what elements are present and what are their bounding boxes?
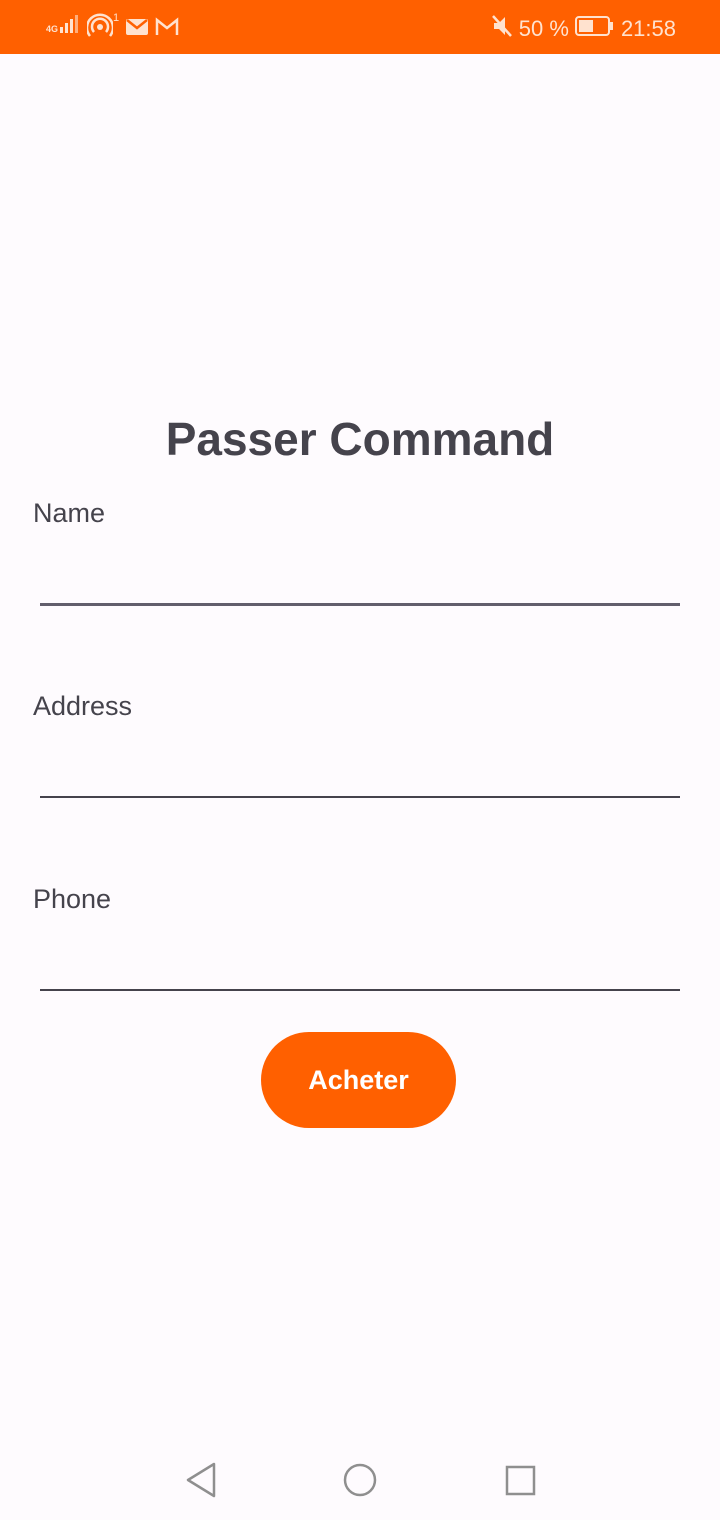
phone-label: Phone (33, 884, 112, 914)
address-label: Address (33, 691, 133, 721)
buy-button[interactable]: Acheter (261, 1032, 456, 1128)
back-button[interactable] (178, 1458, 222, 1502)
battery-percent: 50 % (518, 16, 569, 41)
home-icon (343, 1463, 377, 1497)
status-bar: 4G 1 50 % 21:58 (0, 0, 720, 54)
address-input[interactable] (40, 748, 680, 798)
battery-icon (574, 15, 615, 43)
navigation-bar (0, 1440, 720, 1520)
hotspot-count: 1 (113, 12, 120, 24)
network-type: 4G (46, 24, 59, 34)
back-icon (186, 1462, 216, 1498)
recents-button[interactable] (498, 1458, 542, 1502)
hotspot-icon (85, 12, 115, 45)
page-title: Passer Command (165, 413, 555, 465)
status-left: 4G 1 (46, 12, 179, 45)
clock: 21:58 (620, 16, 676, 41)
gmail-icon (155, 12, 179, 42)
status-right: 50 % 21:58 (491, 14, 676, 44)
home-button[interactable] (338, 1458, 382, 1502)
signal-icon: 4G (46, 12, 81, 34)
name-input[interactable] (40, 556, 680, 606)
mail-icon (125, 12, 149, 42)
recents-icon (505, 1465, 536, 1496)
phone-input[interactable] (40, 941, 680, 991)
name-label: Name (33, 498, 106, 528)
mute-icon (491, 14, 513, 44)
